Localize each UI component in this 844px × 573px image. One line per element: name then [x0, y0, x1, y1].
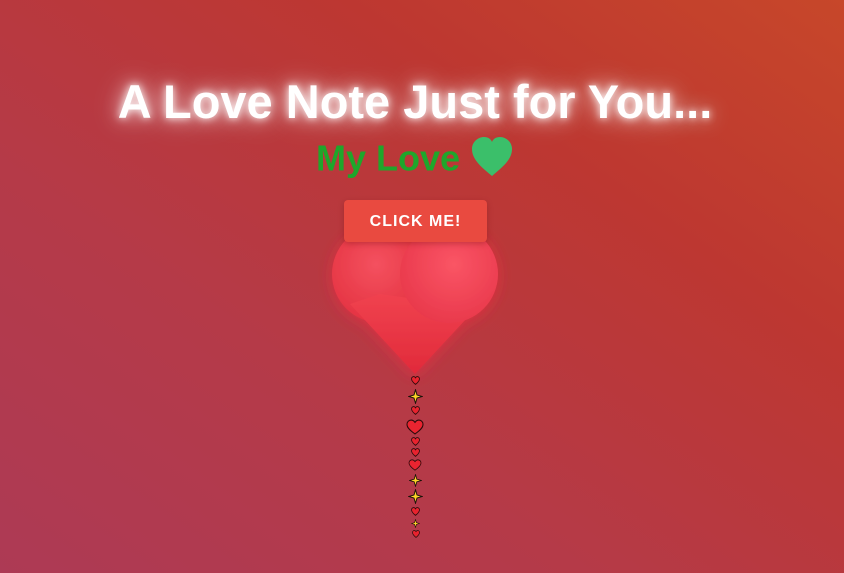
- small-heart-icon: [411, 448, 420, 457]
- green-heart-icon: [470, 136, 514, 180]
- heart-icon: [406, 419, 424, 435]
- subtitle-text: My Love: [315, 137, 461, 179]
- click-me-button[interactable]: CLICK ME!: [344, 200, 487, 242]
- subtitle: My Love: [0, 133, 830, 181]
- small-heart-icon: [411, 406, 420, 415]
- big-heart-icon: [330, 224, 500, 384]
- sparkle-icon: [409, 474, 422, 487]
- small-heart-icon: [411, 376, 420, 385]
- small-heart-icon: [411, 437, 420, 446]
- emoji-trail: [402, 374, 428, 544]
- sparkle-icon: [408, 489, 423, 504]
- sparkle-icon: [408, 389, 423, 404]
- sparkle-icon: [411, 519, 420, 528]
- page-title: A Love Note Just for You...: [117, 75, 713, 128]
- small-heart-icon: [411, 507, 420, 516]
- small-heart-icon: [412, 530, 420, 538]
- heart-icon: [408, 459, 422, 471]
